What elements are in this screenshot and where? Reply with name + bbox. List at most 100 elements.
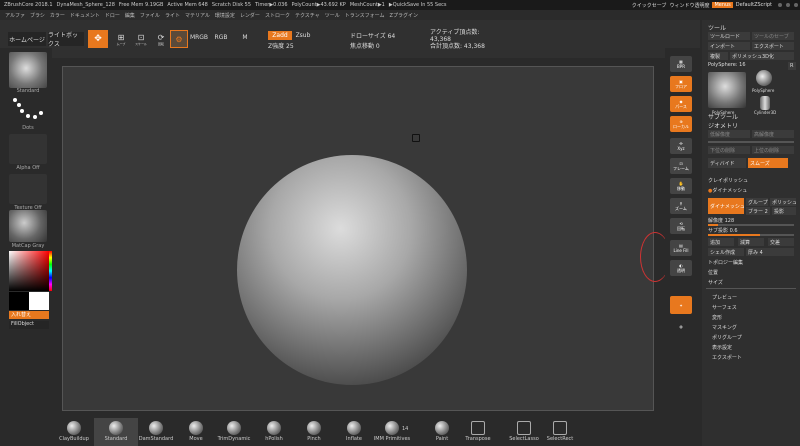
brush-hpolish[interactable]: hPolish xyxy=(252,418,296,446)
intersect-button[interactable]: 交差 xyxy=(768,238,794,246)
gizmo-icon[interactable] xyxy=(412,134,420,142)
polygroups-header[interactable]: ポリグループ xyxy=(712,334,742,341)
xyz-button[interactable]: ✣ Xyz xyxy=(670,138,692,154)
color-picker[interactable] xyxy=(9,251,49,291)
export-button[interactable]: エクスポート xyxy=(752,42,794,50)
ghost-button[interactable]: ◍ xyxy=(670,318,692,334)
zsub-button[interactable]: Zsub xyxy=(294,31,312,40)
tool-thumbnail-cylinder[interactable] xyxy=(760,96,770,110)
brush-selectrect[interactable]: SelectRect xyxy=(538,418,582,446)
bpr-button[interactable]: ▦ BPR xyxy=(670,56,692,72)
hue-strip[interactable] xyxy=(49,251,52,291)
subtract-button[interactable]: 減算 xyxy=(738,238,764,246)
mrgb-button[interactable]: MRGB xyxy=(190,32,208,42)
alpha-thumbnail[interactable] xyxy=(9,134,47,164)
menu-13[interactable]: ツール xyxy=(325,12,340,19)
menu-15[interactable]: Zプラグイン xyxy=(390,12,418,19)
subproject-track[interactable] xyxy=(708,234,794,236)
fill-object-button[interactable]: FillObject xyxy=(9,321,49,329)
menu-3[interactable]: ドキュメント xyxy=(70,12,100,19)
menu-14[interactable]: トランスフォーム xyxy=(345,12,385,19)
load-tool-button[interactable]: ツールロード xyxy=(708,32,750,40)
thickness-slider[interactable]: 厚み 4 xyxy=(746,248,794,256)
lightbox-button[interactable]: ライトボックス xyxy=(48,32,84,48)
menu-6[interactable]: ファイル xyxy=(140,12,160,19)
smooth-button[interactable]: スムーズ xyxy=(748,158,788,168)
deform-header[interactable]: 変形 xyxy=(712,314,722,321)
edit-button[interactable]: ✥ xyxy=(88,30,108,48)
higher-res-button[interactable]: 高解像度 xyxy=(752,130,794,138)
maximize-icon[interactable] xyxy=(786,3,790,7)
brush-standard[interactable]: Standard xyxy=(94,418,138,446)
rgb-button[interactable]: RGB xyxy=(214,32,228,42)
brush-thumbnail[interactable] xyxy=(9,52,47,88)
material-thumbnail[interactable] xyxy=(9,210,47,242)
brush-damstandard[interactable]: DamStandard xyxy=(134,418,178,446)
brush-imm-primitives[interactable]: IMM Primitives xyxy=(370,418,414,446)
secondary-color-swatch[interactable] xyxy=(29,292,49,310)
floor-button[interactable]: ▣ フロア xyxy=(670,76,692,92)
groups-button[interactable]: グループ xyxy=(746,198,768,206)
delete-lower-button[interactable]: 下位の削除 xyxy=(708,146,750,154)
brush-claybuildup[interactable]: ClayBuildup xyxy=(52,418,96,446)
display-header[interactable]: 表示設定 xyxy=(712,344,732,351)
delete-higher-button[interactable]: 上位の削除 xyxy=(752,146,794,154)
zoom-view-button[interactable]: ⚲ ズーム xyxy=(670,198,692,214)
r-button[interactable]: R xyxy=(788,62,796,70)
brush-trimdynamic[interactable]: TrimDynamic xyxy=(212,418,256,446)
zintensity-slider[interactable]: Z強度 25 xyxy=(268,41,308,50)
resolution-track[interactable] xyxy=(708,224,794,226)
tool-thumbnail-sphere[interactable] xyxy=(756,70,772,86)
transparency-button[interactable]: ウィンドウ透明度 xyxy=(669,2,709,9)
minimize-icon[interactable] xyxy=(778,3,782,7)
zadd-button[interactable]: Zadd xyxy=(268,31,292,40)
persp-button[interactable]: ◆ パース xyxy=(670,96,692,112)
brush-pinch[interactable]: Pinch xyxy=(292,418,336,446)
drawsize-slider[interactable]: ドローサイズ 64 xyxy=(350,31,400,40)
move-button[interactable]: ⊞ ムーブ xyxy=(112,30,130,48)
rotate-button[interactable]: ⟳ 回転 xyxy=(152,30,170,48)
home-button[interactable]: ホームページ xyxy=(8,32,46,46)
close-icon[interactable] xyxy=(794,3,798,7)
menu-5[interactable]: 編集 xyxy=(125,12,135,19)
menu-1[interactable]: ブラシ xyxy=(30,12,45,19)
project-button[interactable]: 投影 xyxy=(772,207,796,215)
dynamesh-button[interactable]: ダイナメッシュ xyxy=(708,198,744,214)
sdiv-slider[interactable] xyxy=(708,141,794,143)
solo-button[interactable]: ✦ xyxy=(670,296,692,314)
menu-0[interactable]: アルファ xyxy=(5,12,25,19)
export-header[interactable]: エクスポート xyxy=(712,354,742,361)
clay-polish-header[interactable]: クレイポリッシュ xyxy=(708,177,748,184)
frame-button[interactable]: ⊡ フレーム xyxy=(670,158,692,174)
quicksave-button[interactable]: クイックセーブ xyxy=(632,2,667,9)
script-label[interactable]: DefaultZScript xyxy=(736,2,772,8)
menu-10[interactable]: レンダー xyxy=(240,12,260,19)
geometry-header[interactable]: ジオメトリ xyxy=(708,121,738,130)
focal-slider[interactable]: 焦点移動 0 xyxy=(350,41,400,50)
divide-button[interactable]: ディバイド xyxy=(708,158,746,168)
transparent-button[interactable]: ◐ 透明 xyxy=(670,260,692,276)
shell-button[interactable]: シェル作成 xyxy=(708,248,744,256)
menu-11[interactable]: ストローク xyxy=(265,12,290,19)
menu-9[interactable]: 環境設定 xyxy=(215,12,235,19)
menu-12[interactable]: テクスチャ xyxy=(295,12,320,19)
import-button[interactable]: インポート xyxy=(708,42,750,50)
polymesh-button[interactable]: ポリメッシュ3D化 xyxy=(730,52,794,60)
polish-button[interactable]: ポリッシュ xyxy=(770,198,796,206)
stroke-thumbnail[interactable] xyxy=(9,94,47,124)
menu-7[interactable]: ライト xyxy=(165,12,180,19)
dynamesh-header[interactable]: ●ダイナメッシュ xyxy=(708,187,747,194)
position-header[interactable]: 位置 xyxy=(708,269,718,276)
size-header[interactable]: サイズ xyxy=(708,279,723,286)
subtool-header[interactable]: サブツール xyxy=(708,112,738,121)
canvas-viewport[interactable] xyxy=(62,66,654,411)
move-view-button[interactable]: ✋ 移動 xyxy=(670,178,692,194)
menu-8[interactable]: マテリアル xyxy=(185,12,210,19)
masking-header[interactable]: マスキング xyxy=(712,324,737,331)
clone-button[interactable]: 複製 xyxy=(708,52,728,60)
menu-4[interactable]: ドロー xyxy=(105,12,120,19)
sphere-mesh[interactable] xyxy=(237,155,467,385)
brush-material-button[interactable]: ⚙ xyxy=(170,30,188,48)
surface-header[interactable]: サーフェス xyxy=(712,304,737,311)
menu-2[interactable]: カラー xyxy=(50,12,65,19)
